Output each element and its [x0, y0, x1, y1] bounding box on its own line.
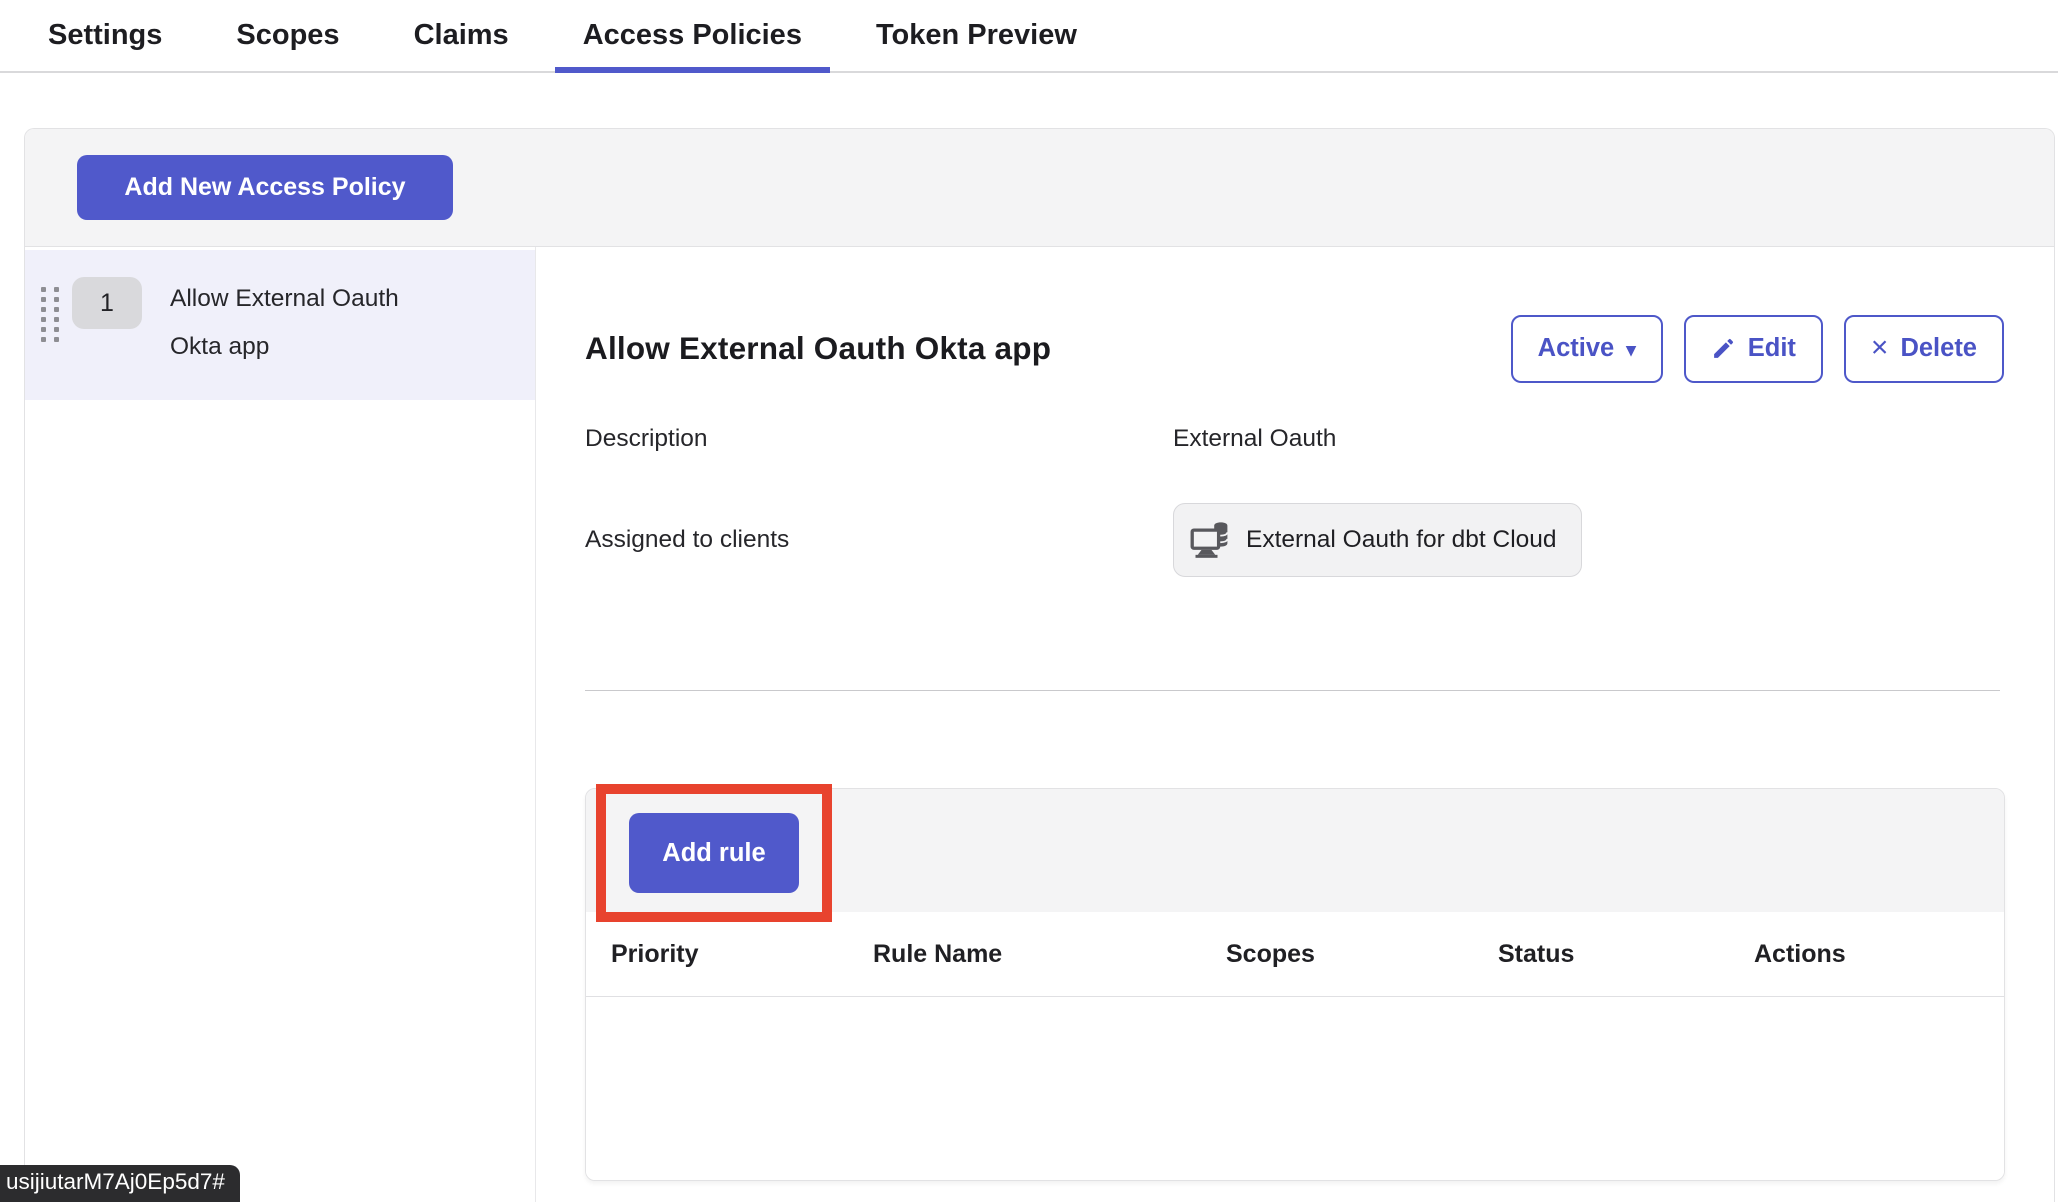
policy-name: Allow External Oauth Okta app: [170, 275, 425, 371]
policy-actions: Active ▾ Edit × Delete: [1511, 315, 2004, 383]
page: Settings Scopes Claims Access Policies T…: [0, 0, 2058, 1202]
tab-settings[interactable]: Settings: [20, 0, 190, 73]
annotation-highlight-rectangle: Add rule: [596, 784, 832, 922]
column-priority: Priority: [586, 940, 848, 969]
column-scopes: Scopes: [1201, 940, 1473, 969]
client-chip[interactable]: External Oauth for dbt Cloud: [1173, 503, 1582, 577]
drag-handle-icon[interactable]: [41, 287, 59, 342]
rules-header: Add rule: [586, 789, 2004, 912]
tab-scopes[interactable]: Scopes: [208, 0, 367, 73]
rules-box: Add rule Priority Rule Name Scopes Statu…: [585, 788, 2005, 1181]
add-new-access-policy-button[interactable]: Add New Access Policy: [77, 155, 453, 220]
access-policies-panel: Add New Access Policy 1 Allow External O…: [24, 128, 2055, 1202]
edit-button-label: Edit: [1748, 334, 1796, 363]
chevron-down-icon: ▾: [1626, 341, 1636, 360]
policy-fields: Description External Oauth Assigned to c…: [585, 415, 2004, 577]
column-rule-name: Rule Name: [848, 940, 1201, 969]
policy-priority-badge: 1: [72, 277, 142, 329]
tab-bar: Settings Scopes Claims Access Policies T…: [0, 0, 2058, 73]
link-preview-tooltip: usijiutarM7Aj0Ep5d7#: [0, 1165, 240, 1202]
description-row: Description External Oauth: [585, 415, 2004, 463]
status-dropdown-label: Active: [1538, 334, 1615, 363]
policy-title-row: Allow External Oauth Okta app Active ▾ E…: [585, 309, 2004, 388]
close-x-icon: ×: [1871, 333, 1889, 363]
assigned-clients-label: Assigned to clients: [585, 526, 1173, 554]
tab-claims[interactable]: Claims: [386, 0, 537, 73]
delete-button-label: Delete: [1900, 334, 1977, 363]
client-chip-label: External Oauth for dbt Cloud: [1246, 526, 1557, 554]
rules-table-body-empty: [586, 997, 2004, 1180]
description-value: External Oauth: [1173, 425, 1336, 453]
description-label: Description: [585, 425, 1173, 453]
policy-list-item[interactable]: 1 Allow External Oauth Okta app: [25, 250, 535, 400]
column-status: Status: [1473, 940, 1729, 969]
computer-database-icon: [1190, 521, 1234, 559]
tab-access-policies[interactable]: Access Policies: [555, 0, 830, 73]
add-rule-button[interactable]: Add rule: [629, 813, 799, 893]
panel-body: 1 Allow External Oauth Okta app Allow Ex…: [25, 247, 2054, 1202]
policy-list-sidebar: 1 Allow External Oauth Okta app: [25, 247, 536, 1202]
panel-header: Add New Access Policy: [25, 129, 2054, 247]
delete-button[interactable]: × Delete: [1844, 315, 2004, 383]
tab-token-preview[interactable]: Token Preview: [848, 0, 1105, 73]
rules-table-header: Priority Rule Name Scopes Status Actions: [586, 912, 2004, 997]
policy-title: Allow External Oauth Okta app: [585, 330, 1051, 367]
status-dropdown-button[interactable]: Active ▾: [1511, 315, 1663, 383]
policy-detail: Allow External Oauth Okta app Active ▾ E…: [536, 247, 2054, 1202]
section-divider: [585, 690, 2000, 691]
assigned-clients-row: Assigned to clients External Oauth for d…: [585, 503, 2004, 577]
edit-button[interactable]: Edit: [1684, 315, 1823, 383]
pencil-icon: [1711, 336, 1736, 361]
column-actions: Actions: [1729, 940, 2004, 969]
